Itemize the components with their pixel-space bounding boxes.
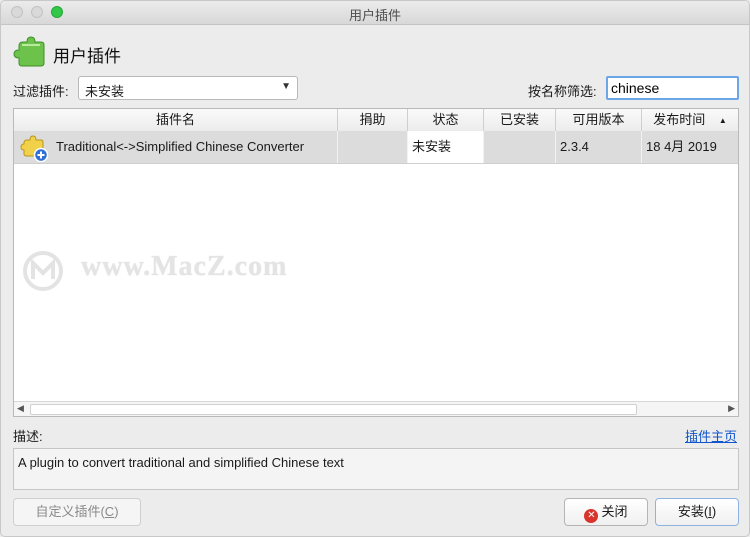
plugin-version-cell: 2.3.4 (556, 131, 642, 163)
column-header-name[interactable]: 插件名 (14, 109, 338, 131)
plugin-release-date-cell: 18 4月 2019 (646, 139, 717, 154)
plugin-filter-value: 未安装 (85, 84, 125, 99)
title-bar: 用户插件 (1, 1, 749, 25)
plugin-installed-cell (484, 131, 556, 163)
install-button-label: 安装( (677, 504, 709, 519)
close-button-label: 关闭 (601, 504, 628, 519)
plugin-add-icon (20, 135, 48, 162)
chevron-down-icon: ▼ (281, 81, 291, 92)
watermark-logo-icon (23, 251, 63, 291)
puzzle-piece-icon (13, 36, 45, 67)
column-header-available-version[interactable]: 可用版本 (556, 109, 642, 131)
custom-plugin-label: 自定义插件( (35, 504, 105, 519)
horizontal-scrollbar[interactable]: ◀ ▶ (14, 401, 738, 416)
column-header-release-date[interactable]: 发布时间 ▲ (642, 109, 738, 131)
install-button[interactable]: 安装(I) (655, 498, 739, 526)
user-plugins-window: 用户插件 用户插件 过滤插件: 未安装 ▼ 按名称筛选: 插件名 捐助 状态 已… (0, 0, 750, 537)
scroll-left-icon[interactable]: ◀ (17, 403, 24, 414)
plugin-homepage-link[interactable]: 插件主页 (685, 426, 737, 445)
window-title: 用户插件 (348, 8, 401, 23)
plugin-filter-select[interactable]: 未安装 ▼ (78, 76, 298, 100)
custom-plugin-button[interactable]: 自定义插件(C) (13, 498, 141, 526)
plugin-name-cell: Traditional<->Simplified Chinese Convert… (52, 131, 338, 163)
column-header-status[interactable]: 状态 (408, 109, 484, 131)
table-header: 插件名 捐助 状态 已安装 可用版本 发布时间 ▲ (14, 109, 738, 132)
column-header-installed[interactable]: 已安装 (484, 109, 556, 131)
plugin-status-cell: 未安装 (408, 131, 484, 163)
close-icon: ✕ (584, 509, 599, 523)
custom-plugin-shortcut: C (104, 504, 115, 519)
watermark-text: www.MacZ.com (81, 251, 288, 282)
scroll-right-icon[interactable]: ▶ (728, 403, 735, 414)
description-label: 描述: (13, 429, 43, 444)
column-header-donate[interactable]: 捐助 (338, 109, 408, 131)
install-button-label-end: ) (711, 504, 717, 519)
sort-ascending-icon: ▲ (718, 116, 727, 125)
watermark: www.MacZ.com (21, 249, 361, 294)
description-text: A plugin to convert traditional and simp… (13, 448, 739, 490)
column-header-release-date-label: 发布时间 (653, 112, 706, 127)
table-row[interactable]: Traditional<->Simplified Chinese Convert… (14, 131, 738, 164)
name-filter-input[interactable] (606, 76, 739, 100)
close-button[interactable]: ✕ 关闭 (564, 498, 648, 526)
page-title: 用户插件 (53, 47, 121, 66)
scrollbar-thumb[interactable] (30, 404, 637, 415)
custom-plugin-label-end: ) (114, 504, 119, 519)
name-filter-label: 按名称筛选: (528, 84, 597, 99)
plugin-filter-label: 过滤插件: (13, 84, 69, 99)
plugin-donate-cell (338, 131, 408, 163)
